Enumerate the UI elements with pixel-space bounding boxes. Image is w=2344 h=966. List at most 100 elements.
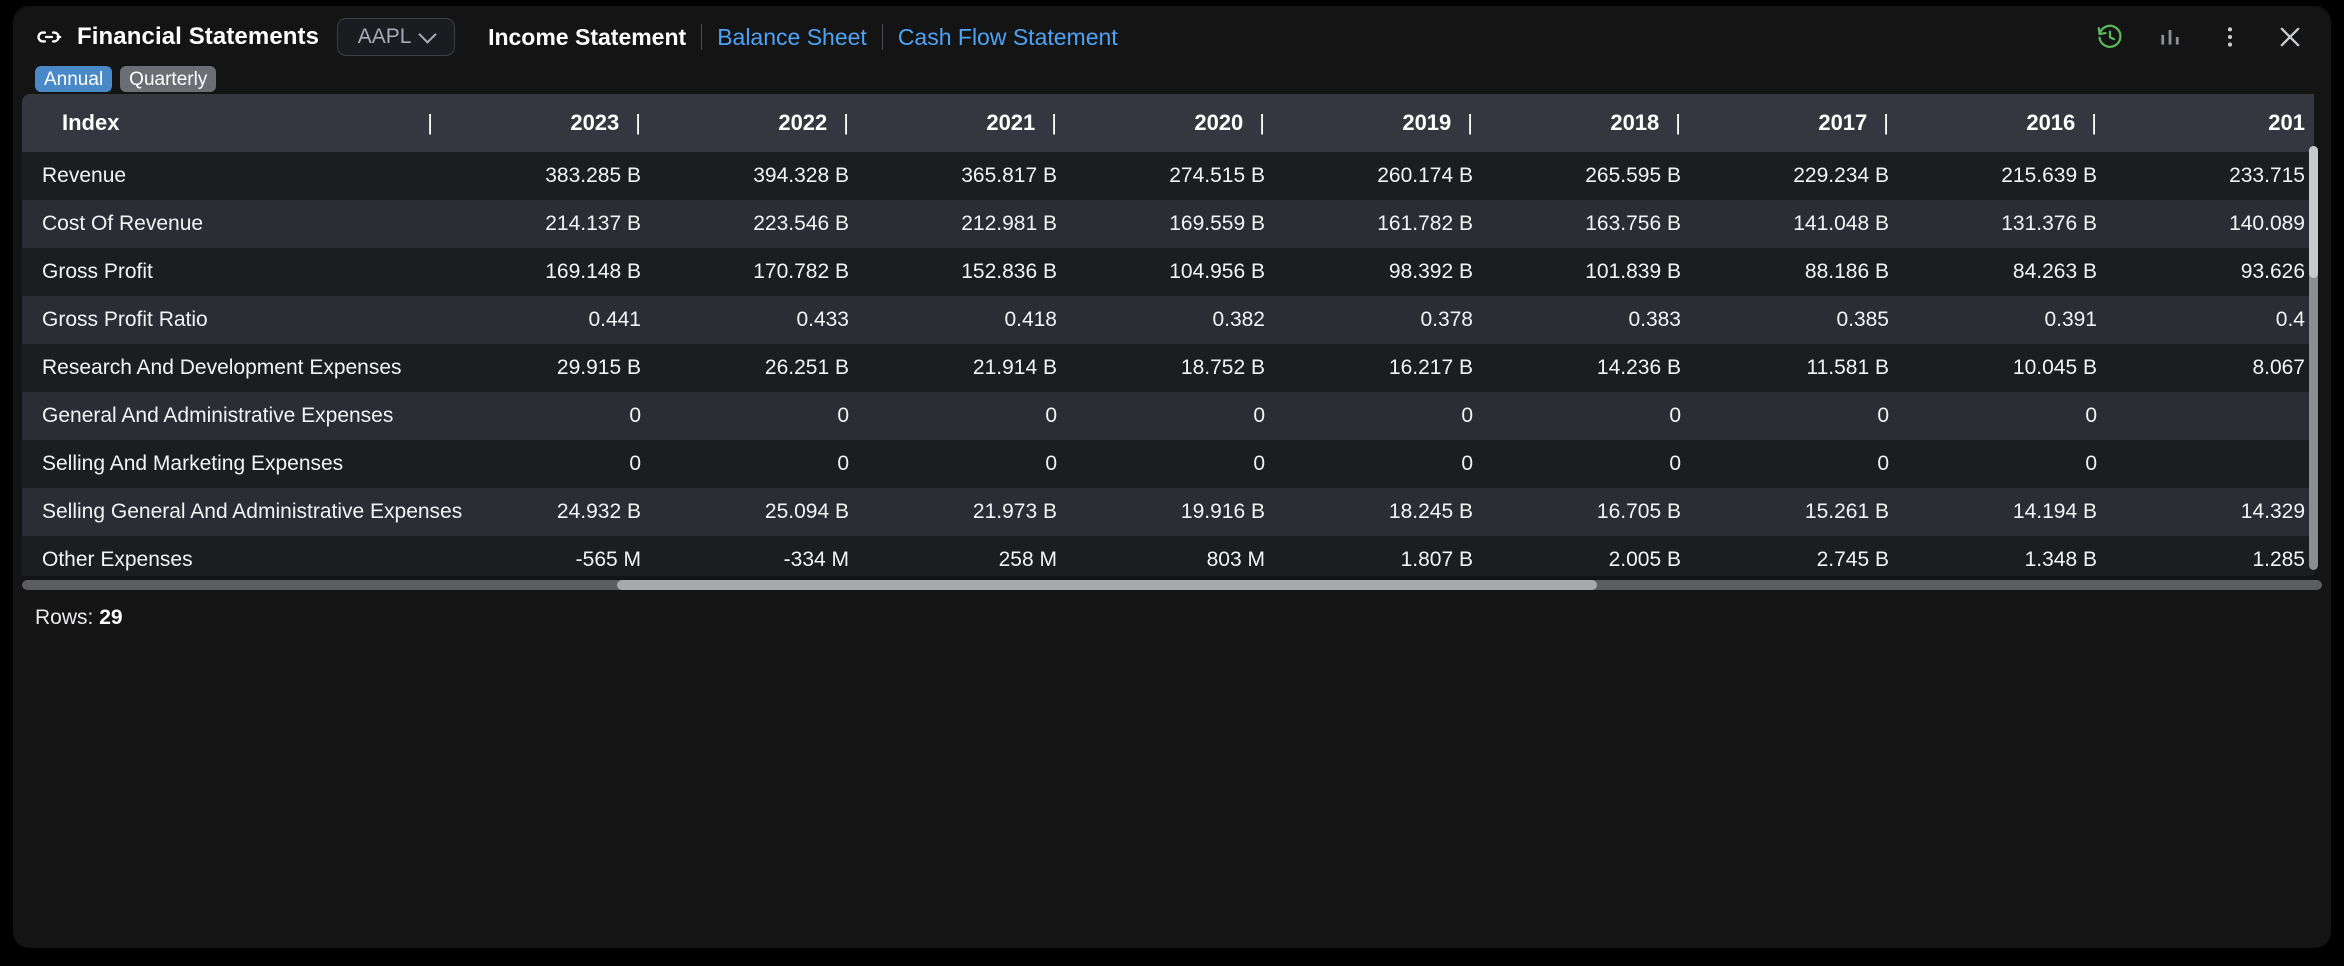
- cell-index: Selling And Marketing Expenses: [22, 440, 442, 488]
- column-header-label: 2022: [778, 110, 828, 135]
- cell-value: 229.234 B: [1690, 152, 1898, 200]
- cell-value: 233.715: [2106, 152, 2314, 200]
- cell-value: 0: [1066, 440, 1274, 488]
- table-row[interactable]: Research And Development Expenses 29.915 …: [22, 344, 2314, 392]
- cell-value: 0: [442, 440, 650, 488]
- bar-chart-icon[interactable]: [2155, 22, 2185, 52]
- cell-value: 0: [650, 440, 858, 488]
- cell-value: 803 M: [1066, 536, 1274, 576]
- more-vertical-icon[interactable]: [2215, 22, 2245, 52]
- cell-value: 98.392 B: [1274, 248, 1482, 296]
- cell-value: 0: [858, 440, 1066, 488]
- table-row[interactable]: Other Expenses -565 M -334 M 258 M 803 M 1.80…: [22, 536, 2314, 576]
- column-header-2021[interactable]: 2021 |: [858, 94, 1066, 152]
- cell-value: 131.376 B: [1898, 200, 2106, 248]
- cell-value: 25.094 B: [650, 488, 858, 536]
- header-actions: [2095, 22, 2309, 52]
- table-row[interactable]: Gross Profit Ratio 0.441 0.433 0.418 0.382 0.…: [22, 296, 2314, 344]
- cell-value: 1.285: [2106, 536, 2314, 576]
- cell-value: 383.285 B: [442, 152, 650, 200]
- cell-value: 169.559 B: [1066, 200, 1274, 248]
- cell-value: 0: [650, 392, 858, 440]
- cell-index: Cost Of Revenue: [22, 200, 442, 248]
- period-annual-button[interactable]: Annual: [35, 66, 113, 92]
- column-divider: |: [1883, 110, 1889, 135]
- cell-value: 0: [1690, 392, 1898, 440]
- horizontal-scrollbar-thumb[interactable]: [617, 580, 1597, 590]
- column-header-2022[interactable]: 2022 |: [650, 94, 858, 152]
- panel-header: Financial Statements AAPL Income Stateme…: [13, 6, 2331, 68]
- tab-income-statement[interactable]: Income Statement: [473, 24, 701, 51]
- column-header-2020[interactable]: 2020 |: [1066, 94, 1274, 152]
- close-icon[interactable]: [2275, 22, 2305, 52]
- cell-value: 215.639 B: [1898, 152, 2106, 200]
- column-header-label: 201: [2268, 110, 2305, 135]
- column-header-index[interactable]: Index |: [22, 94, 442, 152]
- column-header-2023[interactable]: 2023 |: [442, 94, 650, 152]
- cell-value: 2.005 B: [1482, 536, 1690, 576]
- cell-value: 10.045 B: [1898, 344, 2106, 392]
- cell-value: 169.148 B: [442, 248, 650, 296]
- horizontal-scrollbar[interactable]: [22, 580, 2322, 590]
- column-divider: |: [635, 110, 641, 135]
- chevron-down-icon: [418, 24, 438, 44]
- cell-value: 0.378: [1274, 296, 1482, 344]
- cell-value: 0: [1898, 392, 2106, 440]
- column-header-2019[interactable]: 2019 |: [1274, 94, 1482, 152]
- cell-value: 0.391: [1898, 296, 2106, 344]
- table-row[interactable]: Revenue 383.285 B 394.328 B 365.817 B 274.51…: [22, 152, 2314, 200]
- table-row[interactable]: Cost Of Revenue 214.137 B 223.546 B 212.981…: [22, 200, 2314, 248]
- cell-value: 24.932 B: [442, 488, 650, 536]
- column-divider: |: [427, 110, 433, 135]
- financials-table: Index | 2023 | 2022 | 2021 | 2020 | 2019 | 20…: [22, 94, 2314, 576]
- cell-value: 14.329: [2106, 488, 2314, 536]
- column-divider: |: [1051, 110, 1057, 135]
- cell-value: 0.383: [1482, 296, 1690, 344]
- cell-value: 16.217 B: [1274, 344, 1482, 392]
- cell-index: Revenue: [22, 152, 442, 200]
- table-row[interactable]: Gross Profit 169.148 B 170.782 B 152.836 B1…: [22, 248, 2314, 296]
- cell-value: 0: [1274, 440, 1482, 488]
- ticker-select[interactable]: AAPL: [337, 18, 456, 56]
- financial-statements-panel: Financial Statements AAPL Income Stateme…: [13, 6, 2331, 948]
- tab-balance-sheet[interactable]: Balance Sheet: [702, 24, 882, 51]
- cell-value: 21.973 B: [858, 488, 1066, 536]
- cell-value: [2106, 392, 2314, 440]
- cell-value: 1.807 B: [1274, 536, 1482, 576]
- cell-value: 0: [442, 392, 650, 440]
- cell-value: 0.382: [1066, 296, 1274, 344]
- cell-value: 365.817 B: [858, 152, 1066, 200]
- cell-index: Selling General And Administrative Expen…: [22, 488, 462, 536]
- cell-value: 274.515 B: [1066, 152, 1274, 200]
- cell-value: 21.914 B: [858, 344, 1066, 392]
- table-row[interactable]: Selling General And Administrative Expen…: [22, 488, 2314, 536]
- column-header-2018[interactable]: 2018 |: [1482, 94, 1690, 152]
- table-row[interactable]: General And Administrative Expenses 0 0 0 0 0…: [22, 392, 2314, 440]
- vertical-scrollbar[interactable]: [2309, 146, 2318, 570]
- cell-index: General And Administrative Expenses: [22, 392, 442, 440]
- column-header-label: 2016: [2026, 110, 2076, 135]
- column-header-2016[interactable]: 2016 |: [1898, 94, 2106, 152]
- cell-value: -334 M: [650, 536, 858, 576]
- cell-value: 265.595 B: [1482, 152, 1690, 200]
- table-row[interactable]: Selling And Marketing Expenses 0 0 0 0 0 0 0 0: [22, 440, 2314, 488]
- column-header-label: 2021: [986, 110, 1036, 135]
- column-divider: |: [2091, 110, 2097, 135]
- cell-value: 260.174 B: [1274, 152, 1482, 200]
- cell-value: 161.782 B: [1274, 200, 1482, 248]
- column-header-label: 2020: [1194, 110, 1244, 135]
- vertical-scrollbar-thumb[interactable]: [2309, 146, 2318, 278]
- history-icon[interactable]: [2095, 22, 2125, 52]
- period-quarterly-button[interactable]: Quarterly: [120, 66, 217, 92]
- column-header-2015[interactable]: 201: [2106, 94, 2314, 152]
- column-divider: |: [843, 110, 849, 135]
- tab-cash-flow-statement[interactable]: Cash Flow Statement: [883, 24, 1133, 51]
- cell-value: 11.581 B: [1690, 344, 1898, 392]
- cell-index: Gross Profit Ratio: [22, 296, 442, 344]
- cell-index: Research And Development Expenses: [22, 344, 442, 392]
- column-header-2017[interactable]: 2017 |: [1690, 94, 1898, 152]
- financials-table-container[interactable]: Index | 2023 | 2022 | 2021 | 2020 | 2019 | 20…: [22, 94, 2322, 576]
- cell-value: 170.782 B: [650, 248, 858, 296]
- cell-value: 88.186 B: [1690, 248, 1898, 296]
- cell-value: 14.236 B: [1482, 344, 1690, 392]
